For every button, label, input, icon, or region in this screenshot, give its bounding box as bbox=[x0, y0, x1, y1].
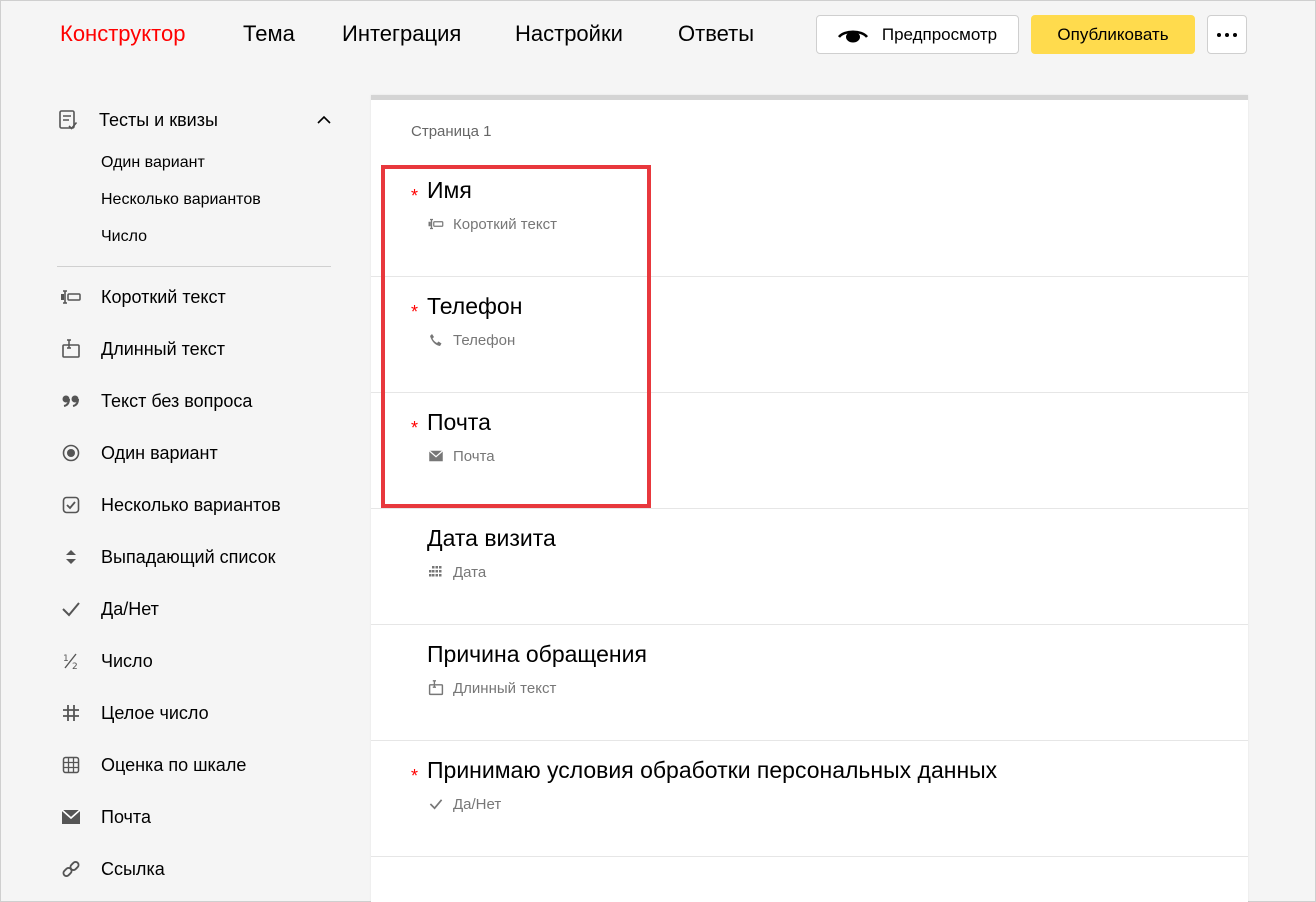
quiz-list-icon bbox=[57, 109, 79, 131]
question-type: Телефон bbox=[427, 331, 515, 349]
required-mark: * bbox=[411, 766, 419, 786]
quiz-multiple-choice[interactable]: Несколько вариантов bbox=[101, 191, 261, 209]
more-button[interactable] bbox=[1207, 15, 1247, 54]
quote-icon bbox=[57, 387, 85, 415]
tool-integer[interactable]: Целое число bbox=[57, 699, 337, 727]
top-navigation: Конструктор Тема Интеграция Настройки От… bbox=[1, 1, 1316, 67]
question-title: Почта bbox=[427, 409, 491, 435]
required-mark: * bbox=[411, 418, 419, 438]
eye-icon bbox=[837, 28, 868, 42]
preview-label: Предпросмотр bbox=[881, 24, 998, 44]
short-text-icon bbox=[427, 215, 445, 233]
question-consent[interactable]: * Принимаю условия обработки персональны… bbox=[371, 741, 1248, 857]
svg-text:1: 1 bbox=[63, 654, 69, 664]
tool-long-text[interactable]: Длинный текст bbox=[57, 335, 337, 363]
short-text-icon bbox=[57, 283, 85, 311]
mail-icon bbox=[57, 803, 85, 831]
tool-number[interactable]: 12 Число bbox=[57, 647, 337, 675]
long-text-icon bbox=[57, 335, 85, 363]
tab-integration[interactable]: Интеграция bbox=[342, 21, 461, 47]
question-title: Принимаю условия обработки персональных … bbox=[427, 757, 998, 783]
quiz-single-choice[interactable]: Один вариант bbox=[101, 154, 205, 172]
tab-constructor[interactable]: Конструктор bbox=[60, 21, 185, 47]
form-canvas: Страница 1 * Имя Короткий текст * Телефо… bbox=[371, 95, 1248, 902]
hash-icon bbox=[57, 699, 85, 727]
question-visit-date[interactable]: Дата визита Дата bbox=[371, 509, 1248, 625]
question-name[interactable]: * Имя Короткий текст bbox=[371, 161, 1248, 277]
tool-text-without-question[interactable]: Текст без вопроса bbox=[57, 387, 337, 415]
dropdown-icon bbox=[57, 543, 85, 571]
checkbox-icon bbox=[57, 491, 85, 519]
tool-short-text[interactable]: Короткий текст bbox=[57, 283, 337, 311]
more-dots-icon bbox=[1217, 32, 1237, 37]
phone-icon bbox=[427, 331, 445, 349]
tab-settings[interactable]: Настройки bbox=[515, 21, 623, 47]
question-title: Телефон bbox=[427, 293, 523, 319]
tool-email[interactable]: Почта bbox=[57, 803, 337, 831]
tool-yes-no[interactable]: Да/Нет bbox=[57, 595, 337, 623]
tool-scale-rating[interactable]: Оценка по шкале bbox=[57, 751, 337, 779]
question-type: Дата bbox=[427, 563, 486, 581]
preview-button[interactable]: Предпросмотр bbox=[816, 15, 1019, 54]
question-title: Причина обращения bbox=[427, 641, 647, 667]
tool-single-choice[interactable]: Один вариант bbox=[57, 439, 337, 467]
tab-answers[interactable]: Ответы bbox=[678, 21, 754, 47]
link-icon bbox=[57, 855, 85, 883]
calendar-icon bbox=[427, 563, 445, 581]
tests-quizzes-group[interactable]: Тесты и квизы bbox=[57, 107, 337, 133]
question-phone[interactable]: * Телефон Телефон bbox=[371, 277, 1248, 393]
check-icon bbox=[57, 595, 85, 623]
chevron-up-icon[interactable] bbox=[317, 112, 331, 130]
fraction-icon: 12 bbox=[57, 647, 85, 675]
publish-button[interactable]: Опубликовать bbox=[1031, 15, 1195, 54]
question-email[interactable]: * Почта Почта bbox=[371, 393, 1248, 509]
tool-multiple-choice[interactable]: Несколько вариантов bbox=[57, 491, 337, 519]
long-text-icon bbox=[427, 679, 445, 697]
required-mark: * bbox=[411, 302, 419, 322]
mail-icon bbox=[427, 447, 445, 465]
radio-icon bbox=[57, 439, 85, 467]
question-type: Короткий текст bbox=[427, 215, 557, 233]
question-reason[interactable]: Причина обращения Длинный текст bbox=[371, 625, 1248, 741]
sidebar-divider bbox=[57, 266, 331, 267]
tab-theme[interactable]: Тема bbox=[243, 21, 295, 47]
quiz-number[interactable]: Число bbox=[101, 228, 147, 246]
question-type: Длинный текст bbox=[427, 679, 556, 697]
tests-quizzes-label: Тесты и квизы bbox=[99, 109, 218, 130]
question-title: Дата визита bbox=[427, 525, 556, 551]
question-type: Почта bbox=[427, 447, 495, 465]
question-title: Имя bbox=[427, 177, 472, 203]
svg-text:2: 2 bbox=[72, 662, 78, 670]
tool-link[interactable]: Ссылка bbox=[57, 855, 337, 883]
required-mark: * bbox=[411, 186, 419, 206]
tool-dropdown[interactable]: Выпадающий список bbox=[57, 543, 337, 571]
page-label: Страница 1 bbox=[411, 123, 492, 140]
grid-icon bbox=[57, 751, 85, 779]
question-type: Да/Нет bbox=[427, 795, 501, 813]
check-icon bbox=[427, 795, 445, 813]
